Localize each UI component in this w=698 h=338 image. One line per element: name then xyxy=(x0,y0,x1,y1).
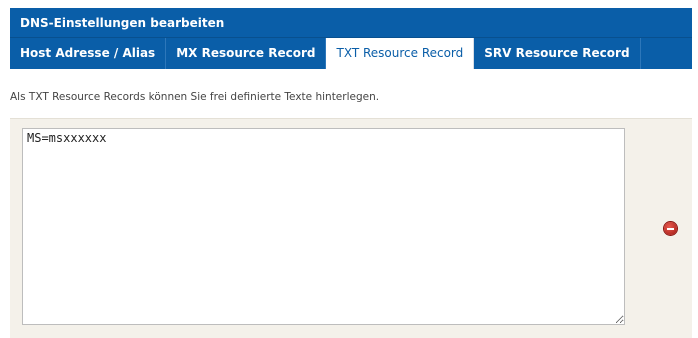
tab-mx-resource-record[interactable]: MX Resource Record xyxy=(166,38,327,69)
remove-circle-icon[interactable] xyxy=(664,222,677,235)
txt-description: Als TXT Resource Records können Sie frei… xyxy=(10,91,380,103)
tab-host-address-alias[interactable]: Host Adresse / Alias xyxy=(10,38,167,69)
panel-title: DNS-Einstellungen bearbeiten xyxy=(10,8,692,38)
txt-record-textarea[interactable]: MS=msxxxxxx xyxy=(22,128,625,325)
tab-txt-resource-record[interactable]: TXT Resource Record xyxy=(326,38,475,69)
tab-srv-resource-record[interactable]: SRV Resource Record xyxy=(474,38,641,69)
tab-bar: Host Adresse / Alias MX Resource Record … xyxy=(10,38,692,69)
txt-record-row: MS=msxxxxxx xyxy=(10,118,692,338)
dns-settings-panel: DNS-Einstellungen bearbeiten Host Adress… xyxy=(10,8,692,338)
